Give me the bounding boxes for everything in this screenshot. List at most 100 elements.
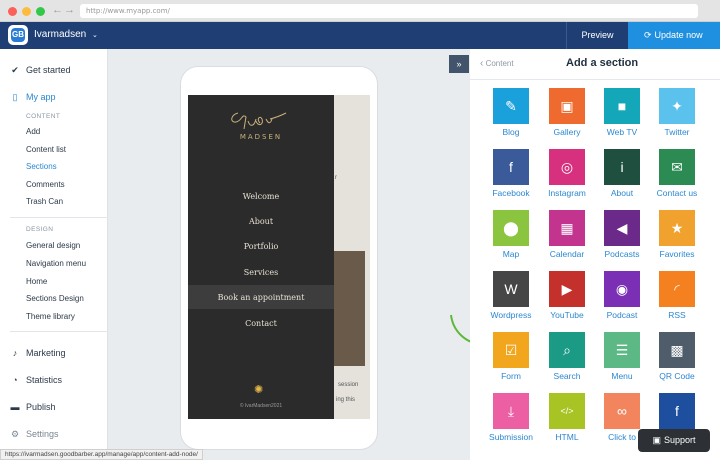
menu-item-portfolio[interactable]: Portfolio (188, 242, 334, 251)
section-tile-about[interactable]: i About (604, 149, 640, 198)
twitter-icon: ✦ (659, 88, 695, 124)
menu-item-book-appointment[interactable]: Book an appointment (188, 293, 334, 302)
section-tile-wordpress[interactable]: W Wordpress (491, 271, 531, 320)
calendar-icon: ▦ (549, 210, 585, 246)
section-tile-favorites[interactable]: ★ Favorites (659, 210, 695, 259)
url-bar[interactable]: http://www.myapp.com/ (80, 4, 698, 18)
sidebar-item-content-list[interactable]: Content list (26, 145, 66, 154)
section-tile-submission[interactable]: ⤓ Submission (489, 393, 533, 442)
sidebar-item-label: Publish (26, 402, 56, 412)
preview-button[interactable]: Preview (566, 22, 628, 49)
section-tile-label: Submission (489, 432, 533, 442)
section-tile-more[interactable]: f (659, 393, 695, 429)
panel-title: Add a section (566, 57, 639, 69)
sun-icon: ✺ (254, 384, 264, 396)
rss-icon: ◜ (659, 271, 695, 307)
sidebar-item-label: Marketing (26, 348, 66, 358)
section-tile-map[interactable]: ⬤ Map (493, 210, 529, 259)
section-tile-twitter[interactable]: ✦ Twitter (659, 88, 695, 137)
sidebar-item-sections[interactable]: Sections (26, 162, 57, 171)
sidebar-item-settings[interactable]: ⚙ Settings (10, 429, 59, 440)
top-bar: GB Ivarmadsen ⌄ Preview ⟳ Update now (0, 22, 720, 49)
sidebar-item-publish[interactable]: ▬ Publish (10, 402, 56, 412)
background-text: session (338, 382, 359, 388)
collapse-panel-button[interactable]: » (449, 55, 469, 73)
sidebar-item-add[interactable]: Add (26, 127, 40, 136)
section-tile-menu[interactable]: ☰ Menu (604, 332, 640, 381)
update-now-button[interactable]: ⟳ Update now (628, 22, 720, 49)
forward-arrow-icon[interactable]: → (64, 4, 75, 16)
section-tile-form[interactable]: ☑ Form (493, 332, 529, 381)
menu-item-about[interactable]: About (188, 217, 334, 226)
section-tile-podcasts[interactable]: ◀ Podcasts (604, 210, 640, 259)
section-tile-label: Facebook (492, 188, 530, 198)
maximize-window-icon[interactable] (36, 7, 45, 16)
search-icon: ⌕ (549, 332, 585, 368)
sidebar-item-label: Statistics (26, 375, 63, 385)
sidebar-item-marketing[interactable]: ♪ Marketing (10, 348, 66, 358)
checkbox-icon: ☑ (493, 332, 529, 368)
support-button[interactable]: ▣ Support (638, 429, 710, 452)
bell-icon: ♪ (12, 348, 18, 358)
section-tile-gallery[interactable]: ▣ Gallery (549, 88, 585, 137)
sidebar-item-comments[interactable]: Comments (26, 180, 65, 189)
menu-item-services[interactable]: Services (188, 268, 334, 277)
section-tile-qr-code[interactable]: ▩ QR Code (659, 332, 695, 381)
section-tile-blog[interactable]: ✎ Blog (493, 88, 529, 137)
minimize-window-icon[interactable] (22, 7, 31, 16)
sidebar-item-trash-can[interactable]: Trash Can (26, 197, 63, 206)
sidebar-item-label: My app (26, 92, 56, 102)
app-logo-icon: GB (11, 28, 25, 42)
facebook-icon: f (659, 393, 695, 429)
browser-chrome: ← → http://www.myapp.com/ (0, 0, 720, 22)
section-tile-web-tv[interactable]: ■ Web TV (604, 88, 640, 137)
content-section-header: CONTENT (26, 113, 61, 120)
section-tile-label: Contact us (656, 188, 698, 198)
qr-code-icon: ▩ (659, 332, 695, 368)
speaker-icon: ◀ (604, 210, 640, 246)
app-switcher[interactable]: Ivarmadsen ⌄ (34, 29, 98, 40)
section-tile-label: Map (502, 249, 520, 259)
publish-icon: ▬ (10, 402, 20, 412)
menu-item-contact[interactable]: Contact (188, 319, 334, 328)
background-text: ing this (336, 397, 356, 403)
info-icon: i (604, 149, 640, 185)
section-tile-rss[interactable]: ◜ RSS (659, 271, 695, 320)
design-section-header: DESIGN (26, 226, 54, 233)
section-tile-click-to[interactable]: ∞ Click to (604, 393, 640, 442)
instagram-icon: ◎ (549, 149, 585, 185)
navigation-menu: MADSEN Welcome About Portfolio Services … (188, 95, 334, 419)
sidebar-item-home[interactable]: Home (26, 277, 47, 286)
sidebar-item-get-started[interactable]: ✔ Get started (10, 65, 70, 76)
section-tile-facebook[interactable]: f Facebook (492, 149, 530, 198)
sidebar: ✔ Get started ▯ My app CONTENT Add Content… (0, 49, 108, 460)
double-chevron-right-icon: » (456, 59, 462, 69)
section-tile-label: Blog (502, 127, 520, 137)
section-tile-podcast[interactable]: ◉ Podcast (604, 271, 640, 320)
section-tile-search[interactable]: ⌕ Search (549, 332, 585, 381)
svg-text:MADSEN: MADSEN (240, 133, 282, 141)
sidebar-item-sections-design[interactable]: Sections Design (26, 294, 84, 303)
section-tile-label: Wordpress (490, 310, 532, 320)
section-tile-contact-us[interactable]: ✉ Contact us (657, 149, 697, 198)
sidebar-item-navigation-menu[interactable]: Navigation menu (26, 259, 86, 268)
sidebar-item-statistics[interactable]: ◔ Statistics (10, 375, 62, 385)
back-to-content-link[interactable]: ‹ Content (480, 58, 514, 69)
section-tile-instagram[interactable]: ◎ Instagram (548, 149, 586, 198)
back-arrow-icon[interactable]: ← (52, 4, 63, 16)
video-icon: ■ (604, 88, 640, 124)
sidebar-item-my-app[interactable]: ▯ My app (10, 92, 56, 103)
chevron-left-icon: ‹ (480, 58, 484, 69)
close-window-icon[interactable] (8, 7, 17, 16)
section-tile-calendar[interactable]: ▦ Calendar (549, 210, 585, 259)
chat-icon: ▣ (652, 435, 661, 445)
section-tile-youtube[interactable]: ▶ YouTube (549, 271, 585, 320)
section-tile-html[interactable]: </> HTML (549, 393, 585, 442)
sidebar-item-theme-library[interactable]: Theme library (26, 312, 75, 321)
support-label: Support (663, 435, 696, 445)
phone-preview-screen: r session ing this MADSEN Welcome About … (188, 95, 370, 419)
menu-item-welcome[interactable]: Welcome (188, 192, 334, 201)
map-pin-icon: ⬤ (493, 210, 529, 246)
sidebar-item-label: Settings (26, 429, 59, 439)
sidebar-item-general-design[interactable]: General design (26, 241, 80, 250)
